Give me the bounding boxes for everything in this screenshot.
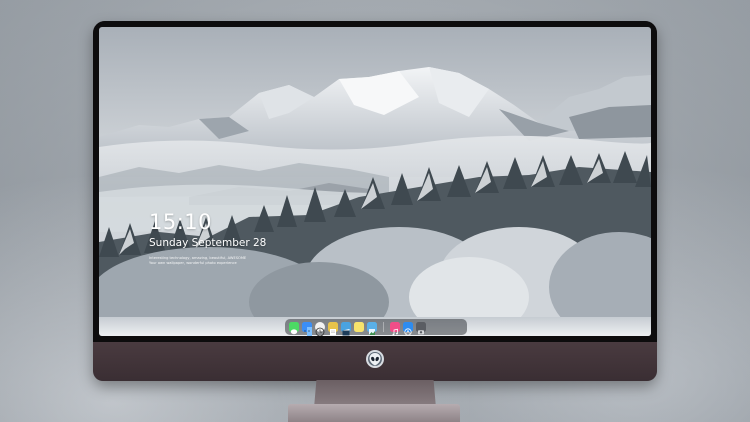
lock-screen-date: Sunday September 28 <box>149 237 267 249</box>
winter-mountain-wallpaper <box>99 27 651 336</box>
camera-icon[interactable] <box>416 322 426 335</box>
preview-icon[interactable] <box>367 322 377 335</box>
clock-icon[interactable] <box>315 322 325 336</box>
clapper-icon[interactable] <box>341 322 351 336</box>
lock-screen-clock: 15:10 <box>149 210 213 234</box>
monitor-stand-base <box>288 404 460 422</box>
monitor: 15:10 Sunday September 28 Interesting te… <box>93 21 657 381</box>
lock-screen-note: Interesting technology, amazing, beautif… <box>149 256 269 266</box>
notes-icon[interactable] <box>328 322 338 335</box>
dock <box>285 319 467 336</box>
lock-screen-note-line: Your own wallpaper, wonderful photo expe… <box>149 261 237 266</box>
messages-icon[interactable] <box>289 322 299 335</box>
app-store-icon[interactable] <box>403 322 413 336</box>
dock-separator <box>383 322 384 332</box>
monitor-chin <box>93 342 657 381</box>
alien-head-logo <box>366 350 384 368</box>
monitor-bezel: 15:10 Sunday September 28 Interesting te… <box>93 21 657 342</box>
stickies-icon[interactable] <box>354 322 364 332</box>
music-icon[interactable] <box>390 322 400 336</box>
finder-icon[interactable] <box>302 322 312 336</box>
screen: 15:10 Sunday September 28 Interesting te… <box>99 27 651 336</box>
